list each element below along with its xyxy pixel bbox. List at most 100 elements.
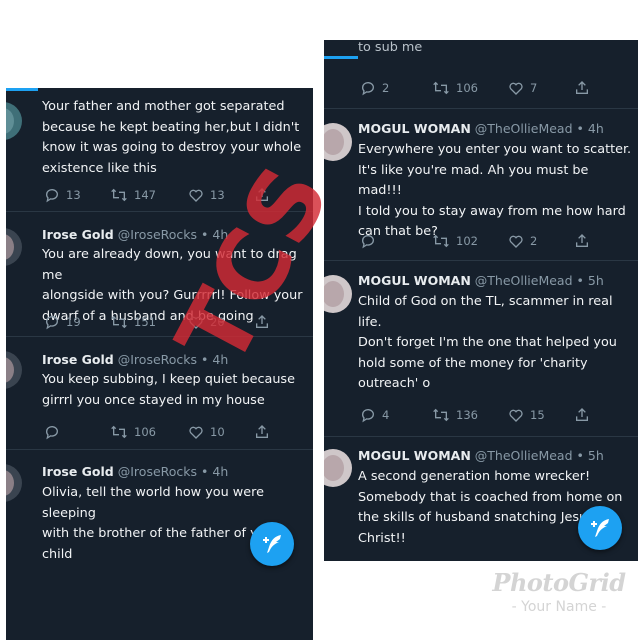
retweet-icon [111, 315, 127, 329]
tweet-text: to sub me [358, 40, 423, 55]
avatar[interactable] [324, 123, 352, 161]
retweet-count: 106 [134, 425, 156, 439]
retweet-button[interactable]: 136 [432, 407, 508, 423]
author-handle[interactable]: @TheOllieMead [475, 273, 573, 288]
retweet-icon [433, 408, 449, 422]
avatar[interactable] [6, 228, 22, 266]
photogrid-tagline: - Your Name - [511, 599, 607, 615]
tweet-text-line: It's like you're mad. Ah you must be mad… [358, 162, 589, 199]
like-button[interactable]: 15 [508, 407, 574, 423]
share-button[interactable] [574, 407, 590, 423]
avatar[interactable] [324, 275, 352, 313]
like-count: 15 [530, 408, 545, 422]
reply-count: 13 [66, 188, 81, 202]
author-handle[interactable]: @IroseRocks [118, 352, 197, 367]
author-name[interactable]: MOGUL WOMAN [358, 273, 471, 288]
compose-tweet-button[interactable] [578, 506, 622, 550]
photogrid-logo: PhotoGrid [492, 568, 626, 597]
author-handle[interactable]: @TheOllieMead [475, 121, 573, 136]
tweet-text-line: I told you to stay away from me how hard [358, 203, 626, 219]
tweet-text-line: outreach' o [358, 376, 431, 391]
tweet-actions: 2 106 7 [360, 79, 590, 97]
tweet-text-line: Child of God on the TL, scammer in real [358, 294, 613, 309]
reply-button[interactable] [360, 233, 432, 249]
like-button[interactable]: 2 [508, 233, 574, 249]
avatar[interactable] [6, 351, 22, 389]
tweet-timestamp: • 4h [576, 121, 604, 136]
tweet-card[interactable]: MOGUL WOMAN @TheOllieMead • 5h Child of … [324, 261, 638, 437]
tweet-header: Irose Gold @IroseRocks • 4h [42, 464, 228, 479]
avatar[interactable] [6, 464, 22, 502]
like-button[interactable]: 7 [508, 80, 574, 96]
tweet-text-line: girrrl you once stayed in my house [42, 392, 265, 408]
retweet-icon [111, 188, 127, 202]
reply-count: 4 [382, 408, 390, 422]
retweet-count: 147 [134, 188, 156, 202]
tweet-text-line: because he kept beating her,but I didn't [42, 119, 300, 135]
reply-icon [362, 409, 374, 423]
tweet-timestamp: • 5h [576, 448, 604, 463]
author-name[interactable]: MOGUL WOMAN [358, 448, 471, 463]
tweet-text-line: Don't forget I'm the one that helped you [358, 335, 617, 350]
tweet-text-line: Your father and mother got separated [42, 99, 285, 114]
like-count: 13 [210, 188, 225, 202]
author-handle[interactable]: @IroseRocks [118, 227, 197, 242]
tweet-card[interactable]: to sub me 2 106 7 [324, 40, 638, 109]
retweet-button[interactable]: 106 [432, 80, 508, 96]
tweet-text-line: know it was going to destroy your whole [42, 140, 302, 155]
reply-button[interactable]: 4 [360, 407, 432, 423]
avatar[interactable] [324, 449, 352, 487]
tweet-actions: 102 2 [360, 232, 590, 250]
author-name[interactable]: Irose Gold [42, 227, 114, 242]
tweet-header: Irose Gold @IroseRocks • 4h [42, 227, 228, 242]
retweet-count: 102 [456, 234, 478, 248]
heart-icon [509, 409, 523, 422]
reply-button[interactable]: 2 [360, 80, 432, 96]
compose-tweet-icon [263, 535, 281, 553]
retweet-count: 106 [456, 81, 478, 95]
like-button[interactable]: 10 [188, 424, 254, 440]
tweet-actions: 4 136 15 [360, 406, 590, 424]
like-count: 10 [210, 425, 225, 439]
tweet-text: Everywhere you enter you want to scatter… [358, 140, 636, 243]
reply-button[interactable] [44, 424, 110, 440]
retweet-icon [433, 234, 449, 248]
tweet-card[interactable]: MOGUL WOMAN @TheOllieMead • 4h Everywher… [324, 109, 638, 261]
share-button[interactable] [574, 80, 590, 96]
author-name[interactable]: Irose Gold [42, 352, 114, 367]
reply-icon [362, 235, 374, 249]
like-count: 7 [530, 81, 538, 95]
tweet-timestamp: • 4h [201, 464, 229, 479]
photogrid-branding: PhotoGrid - Your Name - [484, 568, 634, 615]
tweet-text-line: hold some of the money for 'charity [358, 355, 588, 371]
reply-button[interactable]: 13 [44, 187, 110, 203]
retweet-icon [111, 425, 127, 439]
share-icon [576, 408, 588, 421]
author-handle[interactable]: @TheOllieMead [475, 448, 573, 463]
share-button[interactable] [574, 233, 590, 249]
heart-icon [509, 82, 523, 95]
retweet-button[interactable]: 102 [432, 233, 508, 249]
tweet-header: MOGUL WOMAN @TheOllieMead • 5h [358, 448, 604, 463]
author-name[interactable]: MOGUL WOMAN [358, 121, 471, 136]
tweet-text-line: Everywhere you enter you want to scatter… [358, 142, 632, 157]
author-handle[interactable]: @IroseRocks [118, 464, 197, 479]
right-timeline-screenshot: to sub me 2 106 7 MOGUL WOMAN @TheOllieM… [324, 40, 638, 561]
reply-count: 19 [66, 315, 81, 329]
tweet-text-line: Olivia, tell the world how you were slee… [42, 485, 264, 521]
tweet-text-line: Somebody that is coached from home on [358, 489, 623, 505]
author-name[interactable]: Irose Gold [42, 464, 114, 479]
reply-icon [362, 82, 374, 96]
retweet-button[interactable]: 106 [110, 424, 188, 440]
heart-icon [509, 235, 523, 248]
compose-tweet-button[interactable] [250, 522, 294, 566]
avatar[interactable] [6, 102, 22, 140]
retweet-button[interactable]: 147 [110, 187, 188, 203]
share-button[interactable] [254, 424, 270, 440]
retweet-count: 151 [134, 315, 156, 329]
like-count: 2 [530, 234, 538, 248]
reply-button[interactable]: 19 [44, 314, 110, 330]
share-icon [256, 425, 268, 438]
tweet-header: MOGUL WOMAN @TheOllieMead • 4h [358, 121, 604, 136]
tweet-text-line: A second generation home wrecker! [358, 469, 591, 484]
